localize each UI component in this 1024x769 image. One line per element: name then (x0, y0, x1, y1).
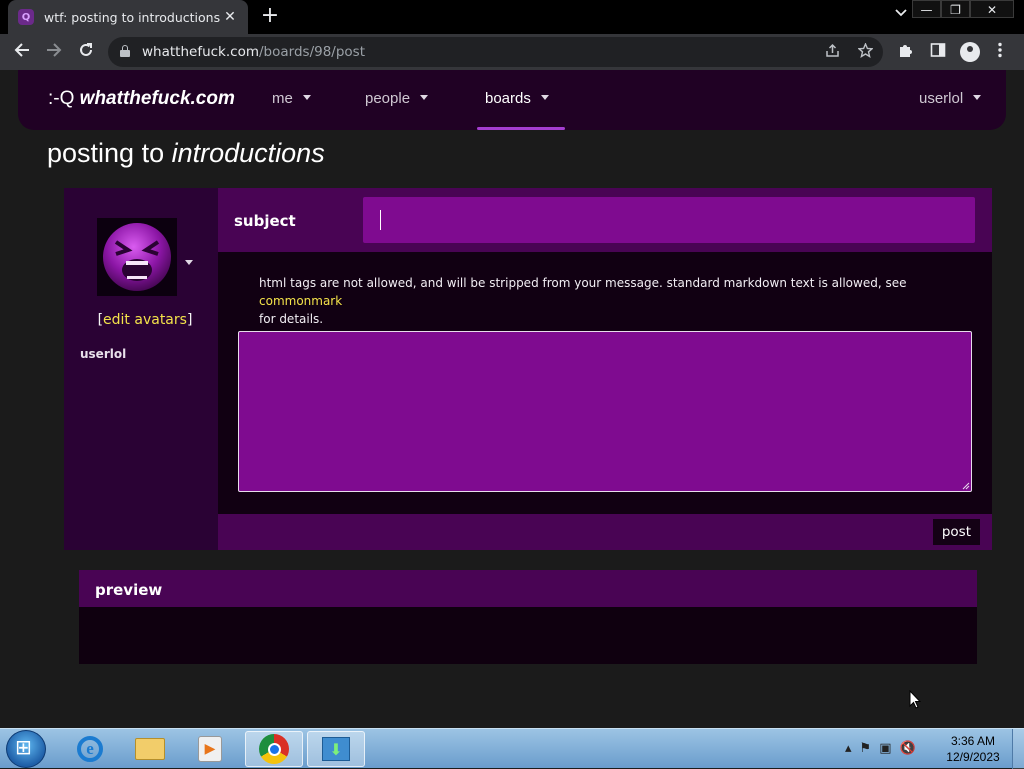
subject-label: subject (234, 212, 296, 230)
new-tab-button[interactable]: + (258, 4, 282, 28)
site-navbar: :-Q whatthefuck.com me people boards use… (18, 70, 1006, 130)
taskbar-internet-explorer[interactable]: e (61, 731, 119, 767)
edit-avatars-link-wrap: [edit avatars] (97, 312, 193, 328)
message-body-textarea[interactable] (238, 331, 972, 492)
start-button[interactable] (6, 730, 46, 768)
lock-icon[interactable] (120, 45, 130, 57)
caret-down-icon (302, 95, 311, 100)
subject-input[interactable] (363, 197, 975, 243)
author-column: [edit avatars] userlol (64, 188, 218, 550)
action-center-flag-icon[interactable]: ⚑ (860, 741, 872, 756)
show-hidden-icons-icon[interactable]: ▴ (845, 741, 852, 756)
site-brand[interactable]: :-Q whatthefuck.com (48, 88, 235, 110)
download-app-icon: ⬇ (322, 737, 350, 761)
resize-grip-icon[interactable] (960, 480, 970, 490)
nav-item-me[interactable]: me (272, 90, 311, 107)
preview-header: preview (79, 570, 977, 607)
show-desktop-button[interactable] (1012, 729, 1024, 769)
internet-explorer-icon: e (77, 736, 103, 762)
profile-avatar-icon[interactable] (960, 42, 980, 62)
text-cursor (380, 210, 381, 230)
subject-row: subject (218, 188, 992, 252)
browser-menu-icon[interactable] (998, 42, 1002, 62)
volume-muted-icon[interactable]: 🔇 (899, 741, 915, 756)
taskbar-chrome[interactable] (245, 731, 303, 767)
extensions-puzzle-icon[interactable] (898, 42, 914, 62)
nav-user-menu[interactable]: userlol (919, 90, 982, 107)
caret-down-icon (973, 95, 982, 100)
preview-title: preview (95, 581, 163, 599)
windows-taskbar: e ▶ ⬇ ▴ ⚑ ▣ 🔇 3:36 AM 12/9/2023 (0, 728, 1024, 769)
window-minimize-button[interactable]: — (912, 0, 941, 18)
back-arrow-icon[interactable] (11, 42, 33, 62)
page-title: posting to introductions (47, 138, 325, 168)
tab-close-icon[interactable]: ✕ (222, 9, 238, 25)
author-username[interactable]: userlol (80, 347, 126, 361)
tab-title: wtf: posting to introductions (44, 9, 221, 25)
browser-tab-strip: Q wtf: posting to introductions ✕ + — ❐ … (0, 0, 1024, 34)
edit-avatars-link[interactable]: edit avatars (103, 312, 187, 328)
browser-toolbar: whatthefuck.com/boards/98/post (0, 34, 1024, 70)
avatar[interactable] (97, 218, 177, 296)
avatar-dropdown-icon[interactable] (185, 251, 193, 270)
nav-item-people[interactable]: people (365, 90, 429, 107)
active-nav-indicator (477, 127, 565, 130)
commonmark-link[interactable]: commonmark (259, 294, 342, 308)
media-player-icon: ▶ (198, 736, 222, 762)
window-close-button[interactable]: ✕ (970, 0, 1014, 18)
form-footer: post (218, 514, 992, 550)
clock-date: 12/9/2023 (946, 750, 1000, 764)
taskbar-media-player[interactable]: ▶ (181, 731, 239, 767)
web-page: :-Q whatthefuck.com me people boards use… (0, 70, 1024, 728)
address-bar[interactable]: whatthefuck.com/boards/98/post (108, 37, 883, 67)
network-icon[interactable]: ▣ (879, 741, 891, 756)
side-panel-icon[interactable] (930, 42, 946, 62)
system-tray: ▴ ⚑ ▣ 🔇 (845, 741, 916, 756)
tab-search-icon[interactable] (895, 6, 907, 20)
reload-icon[interactable] (75, 42, 97, 62)
clock-time: 3:36 AM (950, 734, 996, 748)
forward-arrow-icon[interactable] (43, 42, 65, 62)
caret-down-icon (420, 95, 429, 100)
markdown-info-text: html tags are not allowed, and will be s… (259, 276, 907, 326)
nav-item-boards[interactable]: boards (485, 90, 549, 107)
bookmark-star-icon[interactable] (857, 42, 874, 62)
laughing-face-avatar-icon (103, 223, 171, 291)
url-text: whatthefuck.com/boards/98/post (142, 44, 365, 60)
folder-icon (135, 738, 165, 760)
chrome-icon (259, 734, 289, 764)
mouse-pointer-icon (909, 690, 921, 709)
post-button[interactable]: post (932, 519, 980, 545)
taskbar-downloader[interactable]: ⬇ (307, 731, 365, 767)
taskbar-clock[interactable]: 3:36 AM 12/9/2023 (944, 733, 1002, 765)
caret-down-icon (540, 95, 549, 100)
browser-tab[interactable]: Q wtf: posting to introductions ✕ (8, 0, 248, 34)
window-restore-button[interactable]: ❐ (941, 0, 970, 18)
site-favicon-icon: Q (18, 9, 34, 25)
post-form-card: [edit avatars] userlol subject html tags… (64, 188, 992, 550)
share-icon[interactable] (825, 43, 840, 62)
taskbar-file-explorer[interactable] (121, 731, 179, 767)
preview-panel: preview (79, 570, 977, 664)
